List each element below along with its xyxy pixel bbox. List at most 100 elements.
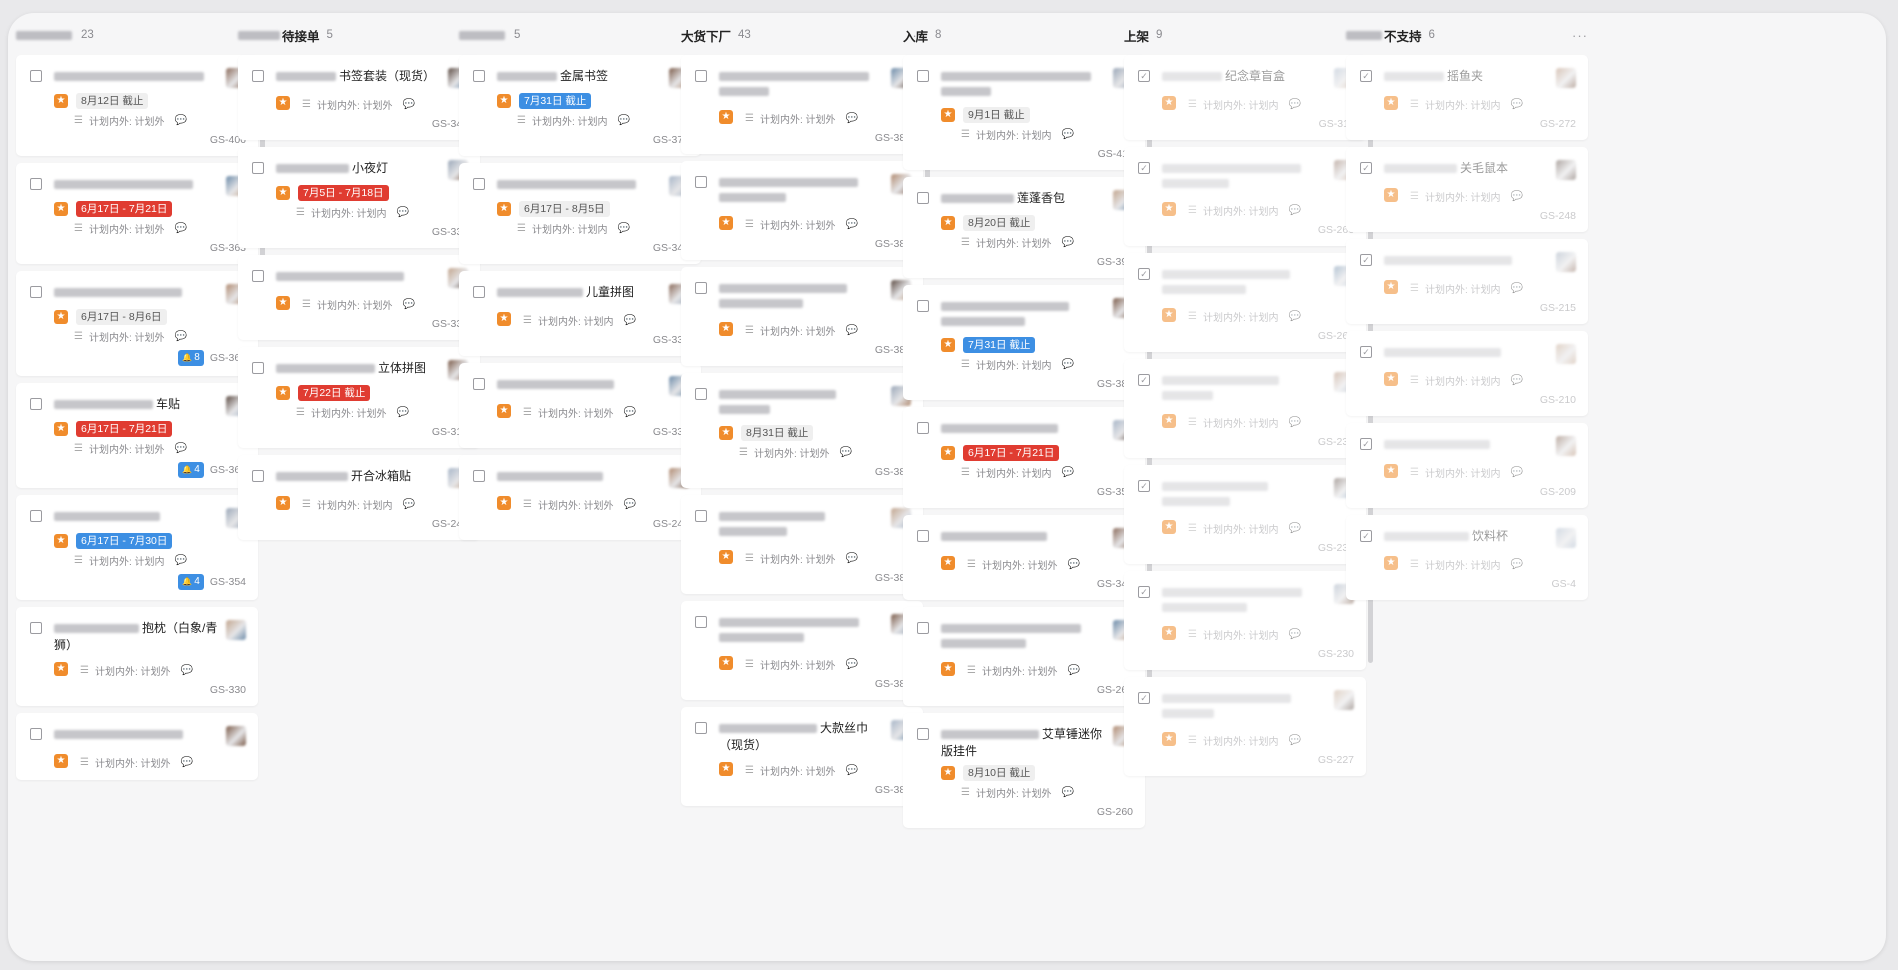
task-checkbox[interactable] [917,70,929,82]
task-card[interactable]: ★ ☰ 计划内外: 计划外 💬 GS-331 [459,363,701,448]
subtask-badge[interactable]: 🔔 8 [178,350,204,366]
task-card[interactable]: ★ 6月17日 - 7月30日 ☰ 计划内外: 计划内 💬 🔔 4 GS-354 [16,495,258,600]
task-card[interactable]: 儿童拼图 ★ ☰ 计划内外: 计划内 💬 GS-333 [459,271,701,356]
checked-checkbox[interactable]: ✓ [1360,346,1372,358]
comment-icon[interactable]: 💬 [624,407,636,418]
comment-icon[interactable]: 💬 [397,207,409,218]
task-card[interactable]: ★ ☰ 计划内外: 计划外 💬 GS-265 [903,607,1145,706]
comment-icon[interactable]: 💬 [175,223,187,234]
date-badge[interactable]: 7月5日 - 7月18日 [298,185,389,201]
comment-icon[interactable]: 💬 [846,219,858,230]
assignee-avatar[interactable] [1556,68,1576,88]
date-badge[interactable]: 7月22日 截止 [298,385,371,401]
comment-icon[interactable]: 💬 [1068,665,1080,676]
comment-icon[interactable]: 💬 [175,443,187,454]
task-card[interactable]: ✓ ★ ☰ 计划内外: 计划内 💬 GS-264 [1124,253,1366,352]
task-checkbox[interactable] [695,616,707,628]
task-checkbox[interactable] [695,722,707,734]
comment-icon[interactable]: 💬 [1511,99,1523,110]
task-checkbox[interactable] [917,728,929,740]
task-card[interactable]: 书签套装（现货） ★ ☰ 计划内外: 计划外 💬 GS-345 [238,55,480,140]
task-checkbox[interactable] [252,470,264,482]
task-checkbox[interactable] [695,282,707,294]
task-checkbox[interactable] [917,622,929,634]
comment-icon[interactable]: 💬 [403,299,415,310]
task-checkbox[interactable] [30,286,42,298]
checked-checkbox[interactable]: ✓ [1360,162,1372,174]
date-badge[interactable]: 6月17日 - 7月21日 [963,445,1060,461]
task-card[interactable]: 小夜灯 ★ 7月5日 - 7月18日 ☰ 计划内外: 计划内 💬 GS-339 [238,147,480,248]
task-card[interactable]: ★ 9月1日 截止 ☰ 计划内外: 计划内 💬 GS-411 [903,55,1145,170]
comment-icon[interactable]: 💬 [1289,417,1301,428]
date-badge[interactable]: 8月10日 截止 [963,765,1036,781]
task-card[interactable]: 莲蓬香包 ★ 8月20日 截止 ☰ 计划内外: 计划外 💬 GS-395 [903,177,1145,278]
comment-icon[interactable]: 💬 [1289,735,1301,746]
task-checkbox[interactable] [30,70,42,82]
task-card[interactable]: ✓ ★ ☰ 计划内外: 计划内 💬 GS-210 [1346,331,1588,416]
task-checkbox[interactable] [473,470,485,482]
date-badge[interactable]: 6月17日 - 8月5日 [519,201,610,217]
comment-icon[interactable]: 💬 [1068,559,1080,570]
comment-icon[interactable]: 💬 [1289,205,1301,216]
task-card[interactable]: 开合冰箱贴 ★ ☰ 计划内外: 计划内 💬 GS-245 [238,455,480,540]
date-badge[interactable]: 8月12日 截止 [76,93,149,109]
task-card[interactable]: ✓ ★ ☰ 计划内外: 计划内 💬 GS-227 [1124,677,1366,776]
checked-checkbox[interactable]: ✓ [1138,374,1150,386]
checked-checkbox[interactable]: ✓ [1138,480,1150,492]
task-card[interactable]: 艾草锤迷你版挂件 ★ 8月10日 截止 ☰ 计划内外: 计划外 💬 GS-260 [903,713,1145,828]
date-badge[interactable]: 8月31日 截止 [741,425,814,441]
task-checkbox[interactable] [30,178,42,190]
assignee-avatar[interactable] [1556,252,1576,272]
checked-checkbox[interactable]: ✓ [1138,586,1150,598]
task-card[interactable]: ★ ☰ 计划内外: 计划外 💬 GS-346 [903,515,1145,600]
task-card[interactable]: ★ 7月31日 截止 ☰ 计划内外: 计划内 💬 GS-384 [903,285,1145,400]
comment-icon[interactable]: 💬 [846,113,858,124]
date-badge[interactable]: 6月17日 - 7月30日 [76,533,173,549]
task-card[interactable]: 车贴 ★ 6月17日 - 7月21日 ☰ 计划内外: 计划外 💬 🔔 4 GS-360 [16,383,258,488]
date-badge[interactable]: 7月31日 截止 [963,337,1036,353]
comment-icon[interactable]: 💬 [1511,559,1523,570]
checked-checkbox[interactable]: ✓ [1138,692,1150,704]
date-badge[interactable]: 9月1日 截止 [963,107,1030,123]
task-checkbox[interactable] [30,728,42,740]
comment-icon[interactable]: 💬 [175,331,187,342]
task-checkbox[interactable] [30,398,42,410]
task-card[interactable]: ✓ ★ ☰ 计划内外: 计划内 💬 GS-215 [1346,239,1588,324]
assignee-avatar[interactable] [1556,528,1576,548]
comment-icon[interactable]: 💬 [175,555,187,566]
task-checkbox[interactable] [917,422,929,434]
task-card[interactable]: ★ ☰ 计划内外: 计划外 💬 GS-382 [681,601,923,700]
task-card[interactable]: ★ 8月31日 截止 ☰ 计划内外: 计划外 💬 GS-385 [681,373,923,488]
task-card[interactable]: ★ ☰ 计划内外: 计划外 💬 GS-387 [681,161,923,260]
task-card[interactable]: 立体拼图 ★ 7月22日 截止 ☰ 计划内外: 计划外 💬 GS-312 [238,347,480,448]
task-card[interactable]: ★ 6月17日 - 7月21日 ☰ 计划内外: 计划内 💬 GS-359 [903,407,1145,508]
task-card[interactable]: ✓ 关毛鼠本 ★ ☰ 计划内外: 计划内 💬 GS-248 [1346,147,1588,232]
task-card[interactable]: ★ ☰ 计划内外: 计划外 💬 GS-383 [681,495,923,594]
more-dots-icon[interactable]: ··· [1572,28,1588,43]
checked-checkbox[interactable]: ✓ [1138,268,1150,280]
task-checkbox[interactable] [695,388,707,400]
comment-icon[interactable]: 💬 [618,115,630,126]
date-badge[interactable]: 6月17日 - 7月21日 [76,421,173,437]
comment-icon[interactable]: 💬 [397,407,409,418]
checked-checkbox[interactable]: ✓ [1360,254,1372,266]
comment-icon[interactable]: 💬 [1062,787,1074,798]
task-card[interactable]: ★ 6月17日 - 8月5日 ☰ 计划内外: 计划内 💬 GS-348 [459,163,701,264]
task-checkbox[interactable] [252,270,264,282]
checked-checkbox[interactable]: ✓ [1360,70,1372,82]
comment-icon[interactable]: 💬 [1289,311,1301,322]
task-card[interactable]: 抱枕（白象/青狮） ★ ☰ 计划内外: 计划外 💬 GS-330 [16,607,258,706]
comment-icon[interactable]: 💬 [403,499,415,510]
comment-icon[interactable]: 💬 [181,665,193,676]
comment-icon[interactable]: 💬 [624,499,636,510]
task-card[interactable]: ★ 6月17日 - 8月6日 ☰ 计划内外: 计划外 💬 🔔 8 GS-361 [16,271,258,376]
task-card[interactable]: ★ ☰ 计划内外: 计划外 💬 GS-243 [459,455,701,540]
task-checkbox[interactable] [473,178,485,190]
comment-icon[interactable]: 💬 [1062,359,1074,370]
assignee-avatar[interactable] [1556,344,1576,364]
date-badge[interactable]: 7月31日 截止 [519,93,592,109]
task-checkbox[interactable] [695,510,707,522]
task-checkbox[interactable] [252,162,264,174]
comment-icon[interactable]: 💬 [618,223,630,234]
comment-icon[interactable]: 💬 [846,659,858,670]
